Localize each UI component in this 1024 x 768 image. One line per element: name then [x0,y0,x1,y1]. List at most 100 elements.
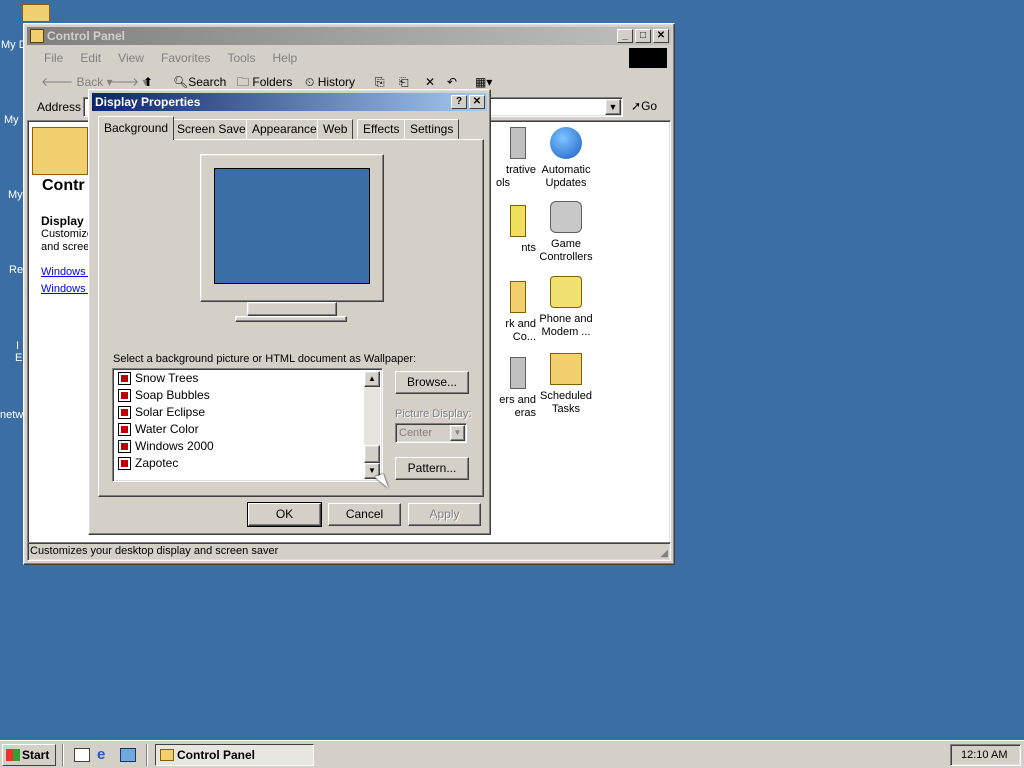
history-icon: ⏲ [305,75,315,89]
selected-item-desc: Customize [41,228,93,240]
folders-icon: 🗀 [237,75,250,89]
close-button[interactable]: ✕ [653,29,669,43]
ok-button[interactable]: OK [247,502,322,527]
selected-item-title: Display [41,214,84,228]
internet-explorer-icon[interactable]: e [97,747,105,763]
address-dropdown-button[interactable]: ▼ [605,99,621,115]
browse-button[interactable]: Browse... [395,371,469,394]
window-title: Control Panel [47,29,126,43]
monitor-base [235,316,347,322]
go-arrow-icon: ➚ [631,99,642,113]
folder-icon[interactable] [22,4,50,22]
wallpaper-listbox[interactable]: Snow Trees Soap Bubbles Solar Eclipse Wa… [112,368,383,482]
go-button[interactable]: ➚Go [631,99,657,113]
menu-file[interactable]: File [37,48,70,68]
picture-display-label: Picture Display: [395,408,472,420]
search-icon: 🔍︎ [173,75,189,89]
globe-icon [550,127,582,159]
dialog-titlebar[interactable]: Display Properties ? ✕ [92,93,487,111]
bitmap-icon [118,389,131,402]
control-panel-icon [160,749,174,761]
back-arrow-icon: 🡐 [41,75,77,89]
pattern-button[interactable]: Pattern... [395,457,469,480]
menu-tools[interactable]: Tools [220,48,262,68]
bitmap-icon [118,423,131,436]
clock[interactable]: 12:10 AM [961,749,1007,761]
windows-logo-icon [629,48,667,68]
taskbar-control-panel-button[interactable]: Control Panel [155,744,314,766]
control-panel-large-icon [32,127,88,175]
background-tab-panel: Select a background picture or HTML docu… [98,139,484,497]
pane-heading: Contr [42,177,85,194]
bitmap-icon [118,440,131,453]
automatic-updates-item[interactable]: Automatic Updates [531,127,601,190]
help-button[interactable]: ? [451,95,467,109]
wallpaper-label: Select a background picture or HTML docu… [113,353,417,365]
cancel-button[interactable]: Cancel [328,503,401,526]
control-panel-titlebar[interactable]: Control Panel _ □ ✕ [27,27,671,45]
start-button[interactable]: Start [2,744,56,766]
outlook-express-icon[interactable] [120,748,136,762]
menu-help[interactable]: Help [266,48,305,68]
scroll-up-arrow-icon[interactable]: ▲ [364,371,380,387]
monitor-screen [214,168,370,284]
tab-background[interactable]: Background [98,116,175,140]
admin-tools-icon [510,127,526,159]
tab-settings[interactable]: Settings [404,119,460,139]
tab-web[interactable]: Web [317,119,354,139]
desktop-icon-label[interactable]: Re [9,264,23,276]
taskbar: Start e Control Panel 12:10 AM [0,740,1024,768]
minimize-button[interactable]: _ [617,29,633,43]
joystick-icon [550,201,582,233]
desktop-icon-label[interactable]: I [16,340,19,352]
game-controllers-item[interactable]: Game Controllers [531,201,601,264]
menu-edit[interactable]: Edit [73,48,108,68]
scroll-thumb[interactable] [364,445,380,463]
list-item[interactable]: Windows 2000 [116,438,214,455]
bitmap-icon [118,372,131,385]
resize-grip-icon[interactable]: ◢ [660,548,668,559]
list-scrollbar[interactable]: ▲ ▼ [364,371,380,479]
control-panel-icon [30,29,44,43]
list-item[interactable]: Snow Trees [116,370,198,387]
status-text: Customizes your desktop display and scre… [30,545,279,557]
status-bar: Customizes your desktop display and scre… [27,542,671,561]
desktop-icon-label[interactable]: netw [0,409,23,421]
display-properties-dialog: Display Properties ? ✕ Background Screen… [88,89,491,535]
list-item[interactable]: Water Color [116,421,199,438]
chevron-down-icon[interactable]: ▼ [450,425,465,441]
show-desktop-icon[interactable] [74,748,90,762]
phone-icon [550,276,582,308]
list-item[interactable]: Zapotec [116,455,178,472]
picture-display-select[interactable]: Center ▼ [395,423,467,443]
address-label: Address [37,100,82,114]
maximize-button[interactable]: □ [635,29,651,43]
dialog-title: Display Properties [95,95,201,109]
desktop-icon-label[interactable]: My [4,114,19,126]
network-icon [510,281,526,313]
fonts-icon [510,205,526,237]
windows-2000-link[interactable]: Windows 2 [41,283,95,295]
desktop-icon-label[interactable]: E [15,352,22,364]
taskbar-divider [146,744,148,766]
bitmap-icon [118,457,131,470]
menu-view[interactable]: View [111,48,151,68]
list-item[interactable]: Soap Bubbles [116,387,210,404]
menu-favorites[interactable]: Favorites [154,48,217,68]
dialog-close-button[interactable]: ✕ [469,95,485,109]
windows-flag-icon [6,749,20,761]
list-item[interactable]: Solar Eclipse [116,404,205,421]
scanner-icon [510,357,526,389]
desktop-icon-label[interactable]: My [8,189,23,201]
tab-effects[interactable]: Effects [357,119,406,139]
phone-and-modem-item[interactable]: Phone and Modem ... [531,276,601,339]
monitor-stand [247,302,337,316]
apply-button[interactable]: Apply [408,503,481,526]
scheduled-tasks-item[interactable]: Scheduled Tasks [531,353,601,416]
tab-appearance[interactable]: Appearance [246,119,323,139]
quick-launch-divider [62,744,64,766]
scheduled-tasks-icon [550,353,582,385]
tab-screen-saver[interactable]: Screen Saver [171,119,256,139]
menu-bar: File Edit View Favorites Tools Help [27,48,671,68]
bitmap-icon [118,406,131,419]
